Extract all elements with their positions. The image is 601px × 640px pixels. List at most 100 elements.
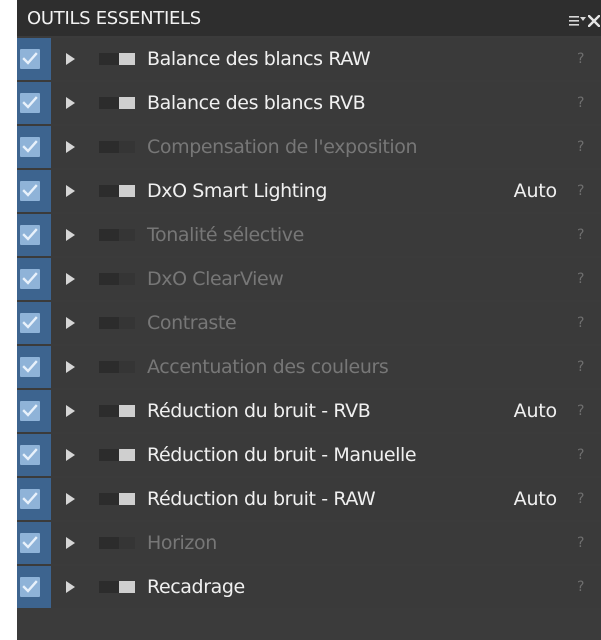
expand-arrow-icon[interactable]: [66, 493, 75, 505]
tool-label: Réduction du bruit - RVB: [147, 400, 371, 422]
checkbox-column: [17, 170, 51, 212]
tool-checkbox[interactable]: [20, 577, 40, 597]
help-icon[interactable]: ?: [577, 490, 584, 508]
tool-label: Balance des blancs RAW: [147, 48, 371, 70]
help-icon[interactable]: ?: [577, 226, 584, 244]
expand-arrow-icon[interactable]: [66, 317, 75, 329]
tool-checkbox[interactable]: [20, 225, 40, 245]
tool-label: Tonalité sélective: [147, 224, 304, 246]
tool-checkbox[interactable]: [20, 137, 40, 157]
tool-toggle[interactable]: [99, 317, 135, 329]
tool-label: Compensation de l'exposition: [147, 136, 418, 158]
checkbox-column: [17, 390, 51, 432]
tool-row[interactable]: Compensation de l'exposition?: [17, 126, 601, 168]
tool-checkbox[interactable]: [20, 357, 40, 377]
help-icon[interactable]: ?: [577, 314, 584, 332]
toggle-knob: [119, 537, 135, 549]
tool-checkbox[interactable]: [20, 489, 40, 509]
tool-label: Réduction du bruit - Manuelle: [147, 444, 417, 466]
tool-row[interactable]: Tonalité sélective?: [17, 214, 601, 256]
tool-row[interactable]: Réduction du bruit - RAW Auto?: [17, 478, 601, 520]
expand-arrow-icon[interactable]: [66, 273, 75, 285]
tool-checkbox[interactable]: [20, 401, 40, 421]
tool-toggle[interactable]: [99, 493, 135, 505]
tool-row[interactable]: DxO ClearView?: [17, 258, 601, 300]
help-icon[interactable]: ?: [577, 534, 584, 552]
tool-toggle[interactable]: [99, 449, 135, 461]
expand-arrow-icon[interactable]: [66, 361, 75, 373]
tool-checkbox[interactable]: [20, 313, 40, 333]
tool-toggle[interactable]: [99, 185, 135, 197]
tool-label: Réduction du bruit - RAW: [147, 488, 376, 510]
tool-checkbox[interactable]: [20, 445, 40, 465]
tool-row[interactable]: Horizon?: [17, 522, 601, 564]
expand-arrow-icon[interactable]: [66, 537, 75, 549]
tool-row[interactable]: Contraste?: [17, 302, 601, 344]
toggle-knob: [119, 141, 135, 153]
checkmark-icon: [22, 404, 38, 417]
tool-checkbox[interactable]: [20, 533, 40, 553]
list-menu-icon[interactable]: [569, 12, 579, 26]
tool-label: DxO ClearView: [147, 268, 284, 290]
checkmark-icon: [22, 448, 38, 461]
toggle-knob: [119, 493, 135, 505]
tool-row[interactable]: Balance des blancs RAW?: [17, 38, 601, 80]
expand-arrow-icon[interactable]: [66, 405, 75, 417]
help-icon[interactable]: ?: [577, 94, 584, 112]
tool-label: Accentuation des couleurs: [147, 356, 389, 378]
tool-checkbox[interactable]: [20, 49, 40, 69]
tool-checkbox[interactable]: [20, 93, 40, 113]
tool-row[interactable]: Réduction du bruit - Manuelle?: [17, 434, 601, 476]
checkmark-icon: [22, 96, 38, 109]
tool-label: DxO Smart Lighting: [147, 180, 327, 202]
tool-checkbox[interactable]: [20, 269, 40, 289]
tool-toggle[interactable]: [99, 97, 135, 109]
tool-label: Balance des blancs RVB: [147, 92, 366, 114]
tool-toggle[interactable]: [99, 581, 135, 593]
expand-arrow-icon[interactable]: [66, 53, 75, 65]
expand-arrow-icon[interactable]: [66, 581, 75, 593]
expand-arrow-icon[interactable]: [66, 185, 75, 197]
tool-row[interactable]: Réduction du bruit - RVB Auto?: [17, 390, 601, 432]
checkbox-column: [17, 346, 51, 388]
toggle-knob: [119, 273, 135, 285]
checkmark-icon: [22, 272, 38, 285]
help-icon[interactable]: ?: [577, 578, 584, 596]
tool-toggle[interactable]: [99, 273, 135, 285]
tool-toggle[interactable]: [99, 53, 135, 65]
help-icon[interactable]: ?: [577, 358, 584, 376]
tool-toggle[interactable]: [99, 405, 135, 417]
help-icon[interactable]: ?: [577, 270, 584, 288]
checkmark-icon: [22, 228, 38, 241]
tool-status: Auto: [513, 400, 558, 422]
tool-toggle[interactable]: [99, 361, 135, 373]
expand-arrow-icon[interactable]: [66, 449, 75, 461]
tool-row[interactable]: Balance des blancs RVB?: [17, 82, 601, 124]
tool-label: Contraste: [147, 312, 237, 334]
checkbox-column: [17, 478, 51, 520]
checkbox-column: [17, 214, 51, 256]
expand-arrow-icon[interactable]: [66, 97, 75, 109]
checkbox-column: [17, 566, 51, 608]
expand-arrow-icon[interactable]: [66, 229, 75, 241]
toggle-knob: [119, 361, 135, 373]
tool-toggle[interactable]: [99, 229, 135, 241]
close-icon[interactable]: [587, 12, 601, 28]
help-icon[interactable]: ?: [577, 50, 584, 68]
tool-row[interactable]: Accentuation des couleurs?: [17, 346, 601, 388]
menu-caret-icon[interactable]: [580, 17, 586, 21]
tool-toggle[interactable]: [99, 141, 135, 153]
help-icon[interactable]: ?: [577, 446, 584, 464]
toggle-knob: [119, 53, 135, 65]
help-icon[interactable]: ?: [577, 138, 584, 156]
toggle-knob: [119, 405, 135, 417]
help-icon[interactable]: ?: [577, 402, 584, 420]
help-icon[interactable]: ?: [577, 182, 584, 200]
tool-row[interactable]: Recadrage?: [17, 566, 601, 608]
tool-toggle[interactable]: [99, 537, 135, 549]
expand-arrow-icon[interactable]: [66, 141, 75, 153]
tool-checkbox[interactable]: [20, 181, 40, 201]
tool-list: Balance des blancs RAW? Balance des blanc…: [17, 38, 601, 610]
tool-row[interactable]: DxO Smart Lighting Auto?: [17, 170, 601, 212]
checkmark-icon: [22, 580, 38, 593]
